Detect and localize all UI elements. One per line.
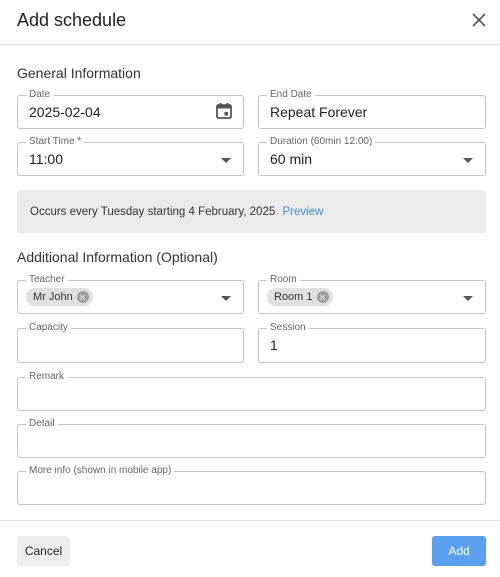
occurrence-text: Occurs every Tuesday starting 4 February… [30,206,276,218]
session-field[interactable]: Session 1 [258,322,486,363]
date-label: Date [26,89,54,101]
remove-chip-icon[interactable] [316,291,329,303]
dialog-header: Add schedule [0,0,500,45]
remark-label: Remark [26,371,68,383]
dialog-title: Add schedule [17,10,127,30]
more-info-field[interactable]: More info (shown in mobile app) [17,465,486,505]
duration-select[interactable]: Duration (60min 12:00) 60 min [258,136,486,176]
chevron-down-icon[interactable] [463,296,473,301]
room-chip: Room 1 [267,288,333,306]
capacity-field[interactable]: Capacity [17,322,244,363]
date-field[interactable]: Date 2025-02-04 [17,89,244,129]
close-icon[interactable] [470,11,488,29]
teacher-chip-label: Mr John [33,291,73,303]
teacher-label: Teacher [26,274,68,286]
capacity-label: Capacity [26,322,71,334]
calendar-icon[interactable] [215,102,233,120]
teacher-select[interactable]: Teacher Mr John [17,274,244,314]
room-chip-label: Room 1 [274,291,313,303]
occurrence-info: Occurs every Tuesday starting 4 February… [17,190,486,233]
start-time-label: Start Time * [26,136,85,148]
start-time-value: 11:00 [29,151,63,167]
room-select[interactable]: Room Room 1 [258,274,486,314]
remove-chip-icon[interactable] [76,291,89,303]
more-info-label: More info (shown in mobile app) [26,465,175,477]
teacher-chip: Mr John [26,288,93,306]
start-time-select[interactable]: Start Time * 11:00 [17,136,244,176]
chevron-down-icon[interactable] [221,158,231,163]
end-date-label: End Date [267,89,315,101]
detail-field[interactable]: Detail [17,418,486,458]
additional-info-heading: Additional Information (Optional) [17,249,218,265]
session-value: 1 [270,337,278,353]
preview-link[interactable]: Preview [282,206,323,218]
add-button[interactable]: Add [432,536,486,566]
chevron-down-icon[interactable] [463,158,473,163]
duration-label: Duration (60min 12:00) [267,136,376,148]
chevron-down-icon[interactable] [221,296,231,301]
end-date-value: Repeat Forever [270,104,368,120]
detail-label: Detail [26,418,58,430]
duration-value: 60 min [270,151,313,167]
remark-field[interactable]: Remark [17,371,486,411]
cancel-button[interactable]: Cancel [17,536,70,566]
footer-divider [0,520,500,521]
room-label: Room [267,274,300,286]
end-date-field[interactable]: End Date Repeat Forever [258,89,486,129]
date-value: 2025-02-04 [29,104,101,120]
session-label: Session [267,322,309,334]
general-info-heading: General Information [17,65,141,81]
